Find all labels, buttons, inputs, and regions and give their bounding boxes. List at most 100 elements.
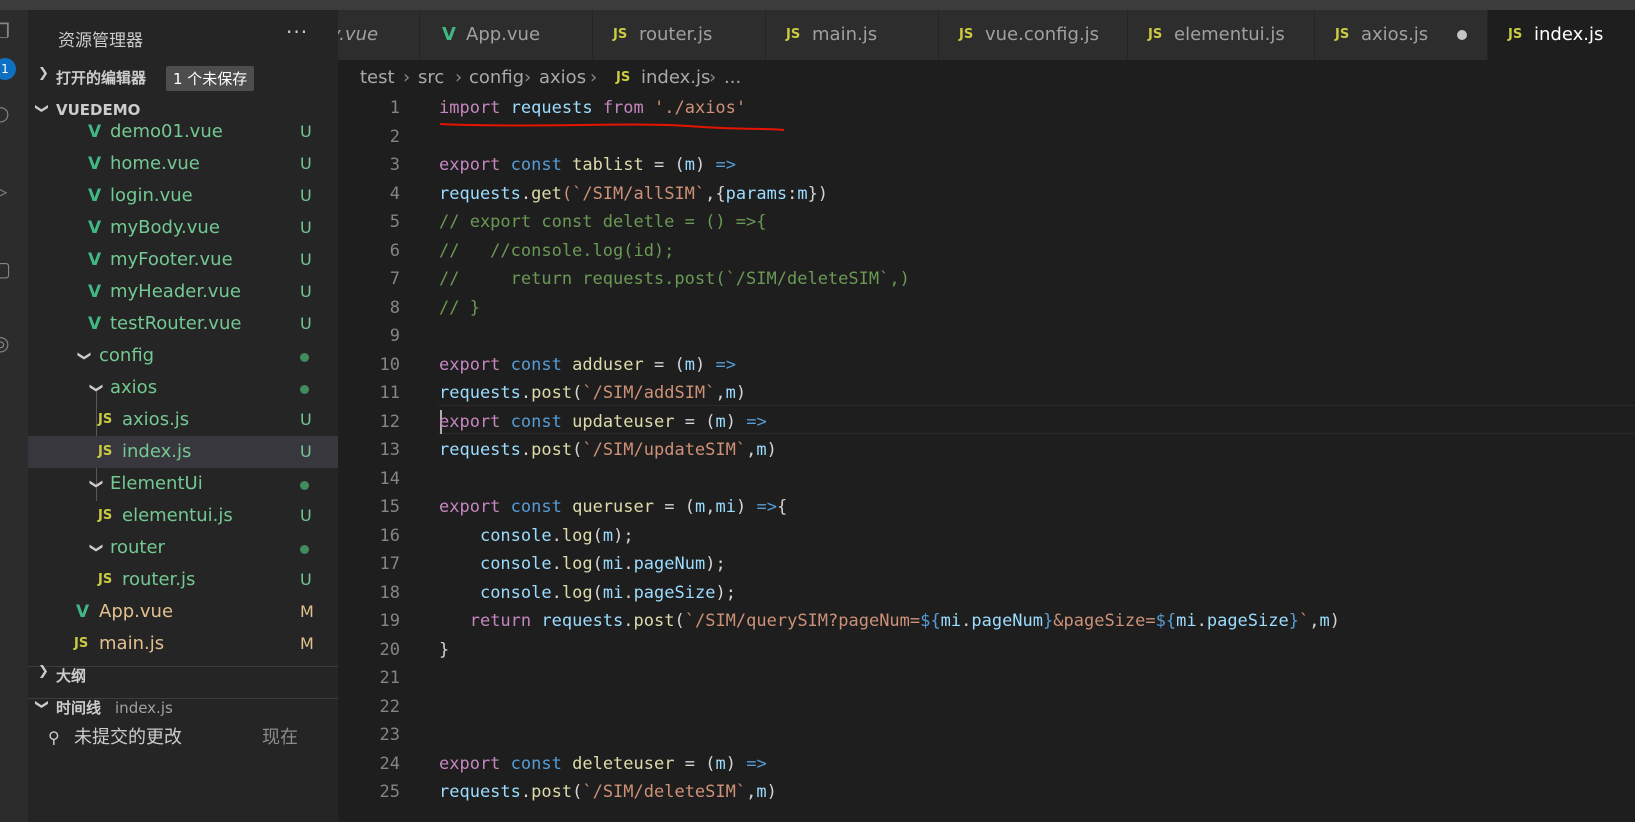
breadcrumb-item[interactable]: axios xyxy=(539,62,586,94)
tree-item-axios-js[interactable]: JS axios.js U xyxy=(28,404,338,436)
file-name: login.vue xyxy=(110,185,193,206)
js-file-icon: JS xyxy=(1335,27,1350,42)
files-icon[interactable]: ❐ xyxy=(0,20,14,42)
breadcrumb-item[interactable]: ... xyxy=(724,62,741,94)
tree-item-router-js[interactable]: JS router.js U xyxy=(28,564,338,596)
tree-folder-axios[interactable]: ❯ axios xyxy=(28,372,338,404)
tree-item-main-js[interactable]: JS main.js M xyxy=(28,628,338,660)
tab-label: index.js xyxy=(1534,24,1604,45)
tree-item-testrouter[interactable]: V testRouter.vue U xyxy=(28,308,338,340)
breadcrumb-item[interactable]: src xyxy=(418,62,444,94)
line-number: 21 xyxy=(379,668,400,688)
line-number: 20 xyxy=(379,639,400,660)
js-file-icon: JS xyxy=(1148,27,1163,42)
git-status: U xyxy=(300,442,312,461)
file-name: App.vue xyxy=(99,601,174,622)
code-line-15: export const queruser = (m,mi) =>{ xyxy=(439,497,788,517)
extensions-icon[interactable]: ▢ xyxy=(0,258,14,280)
git-status: U xyxy=(300,282,312,301)
tab-axios-js[interactable]: JS axios.js xyxy=(1315,10,1488,60)
tree-folder-config[interactable]: ❯ config xyxy=(28,340,338,372)
chevron-right-icon: ❯ xyxy=(38,664,49,679)
code-editor[interactable]: 1 2 3 4 5 6 7 8 9 10 11 12 13 14 15 16 1… xyxy=(338,94,1635,822)
more-actions-icon[interactable]: ··· xyxy=(286,20,308,44)
line-number: 14 xyxy=(379,468,400,489)
vue-file-icon: V xyxy=(76,602,90,622)
tab-label: App.vue xyxy=(466,24,541,45)
tree-item-index-js[interactable]: JS index.js U xyxy=(28,436,338,468)
js-file-icon: JS xyxy=(98,572,113,587)
breadcrumb-item[interactable]: test xyxy=(360,62,395,94)
file-name: myBody.vue xyxy=(110,217,220,238)
timeline-entry-label: 未提交的更改 xyxy=(74,727,182,748)
tree-item-app-vue[interactable]: V App.vue M xyxy=(28,596,338,628)
outline-section[interactable]: ❯ 大纲 xyxy=(28,660,338,690)
code-line-8: // } xyxy=(439,297,480,318)
code-line-24: export const deleteuser = (m) => xyxy=(439,753,767,774)
chevron-right-icon: › xyxy=(709,67,717,88)
code-line-11: requests.post(`/SIM/addSIM`,m) xyxy=(439,383,747,403)
tree-folder-elementui[interactable]: ❯ ElementUi xyxy=(28,468,338,500)
line-number: 3 xyxy=(389,155,400,175)
git-commit-icon: ⚲ xyxy=(48,728,60,747)
code-line-5: // export const deletle = () =>{ xyxy=(439,212,767,232)
tab-router-js[interactable]: JS router.js xyxy=(593,10,766,60)
line-number: 19 xyxy=(379,611,400,631)
breadcrumb-item[interactable]: config xyxy=(469,62,524,94)
code-line-6: // //console.log(id); xyxy=(439,240,675,261)
token: './axios' xyxy=(654,98,747,118)
chevron-down-icon: ❯ xyxy=(88,382,104,394)
breadcrumb-item[interactable]: index.js xyxy=(641,62,710,94)
line-number: 12 xyxy=(379,411,400,432)
tab-label: vue.config.js xyxy=(985,24,1100,45)
line-number: 8 xyxy=(389,297,400,318)
tab-elementui-js[interactable]: JS elementui.js xyxy=(1128,10,1315,60)
timeline-section[interactable]: ❯ 时间线 index.js xyxy=(28,692,338,722)
remote-icon[interactable]: ◎ xyxy=(0,332,14,354)
tree-item-myfooter[interactable]: V myFooter.vue U xyxy=(28,244,338,276)
tab-label: axios.js xyxy=(1361,24,1429,45)
run-debug-icon[interactable]: ▷ xyxy=(0,180,14,202)
token: import xyxy=(439,98,501,118)
line-number: 15 xyxy=(379,497,400,517)
js-file-icon: JS xyxy=(98,444,113,459)
file-name: myFooter.vue xyxy=(110,249,233,270)
tree-item-elementui-js[interactable]: JS elementui.js U xyxy=(28,500,338,532)
tree-item-mybody[interactable]: V myBody.vue U xyxy=(28,212,338,244)
tab-index-js[interactable]: JS index.js xyxy=(1488,10,1635,60)
tree-item-home[interactable]: V home.vue U xyxy=(28,148,338,180)
tab-main-js[interactable]: JS main.js xyxy=(766,10,939,60)
file-name: main.js xyxy=(99,633,165,654)
line-number: 17 xyxy=(379,554,400,574)
tree-item-login[interactable]: V login.vue U xyxy=(28,180,338,212)
file-name: testRouter.vue xyxy=(110,313,242,334)
file-name: axios.js xyxy=(122,409,190,430)
unsaved-dot-icon[interactable] xyxy=(1457,30,1467,40)
line-number: 18 xyxy=(379,582,400,603)
git-status: U xyxy=(300,506,312,525)
code-line-16: console.log(m); xyxy=(479,525,634,546)
tab-vue-config-js[interactable]: JS vue.config.js xyxy=(939,10,1128,60)
search-icon[interactable]: ○ xyxy=(0,102,14,124)
folder-name: axios xyxy=(110,377,158,398)
tree-folder-router[interactable]: ❯ router xyxy=(28,532,338,564)
chevron-down-icon: ❯ xyxy=(88,542,104,554)
tab-partial-vue[interactable]: y.vue xyxy=(338,10,420,60)
line-number: 10 xyxy=(379,354,400,375)
line-number: 6 xyxy=(389,240,400,261)
git-status: M xyxy=(300,602,314,621)
modified-dot xyxy=(300,481,309,490)
modified-dot xyxy=(300,385,309,394)
timeline-entry[interactable]: ⚲ 未提交的更改 现在 xyxy=(28,722,338,754)
open-editors-label: 打开的编辑器 xyxy=(56,69,147,87)
code-line-19: return requests.post(`/SIM/querySIM?page… xyxy=(469,611,1340,631)
tree-item-myheader[interactable]: V myHeader.vue U xyxy=(28,276,338,308)
code-line-10: export const adduser = (m) => xyxy=(439,354,736,375)
tab-label: main.js xyxy=(812,24,878,45)
file-name: index.js xyxy=(122,441,192,462)
js-file-icon: JS xyxy=(98,508,113,523)
tab-app-vue[interactable]: V App.vue xyxy=(420,10,593,60)
chevron-down-icon: ❯ xyxy=(33,699,49,710)
git-status: U xyxy=(300,570,312,589)
tree-item-demo01[interactable]: V demo01.vue U xyxy=(28,116,338,148)
